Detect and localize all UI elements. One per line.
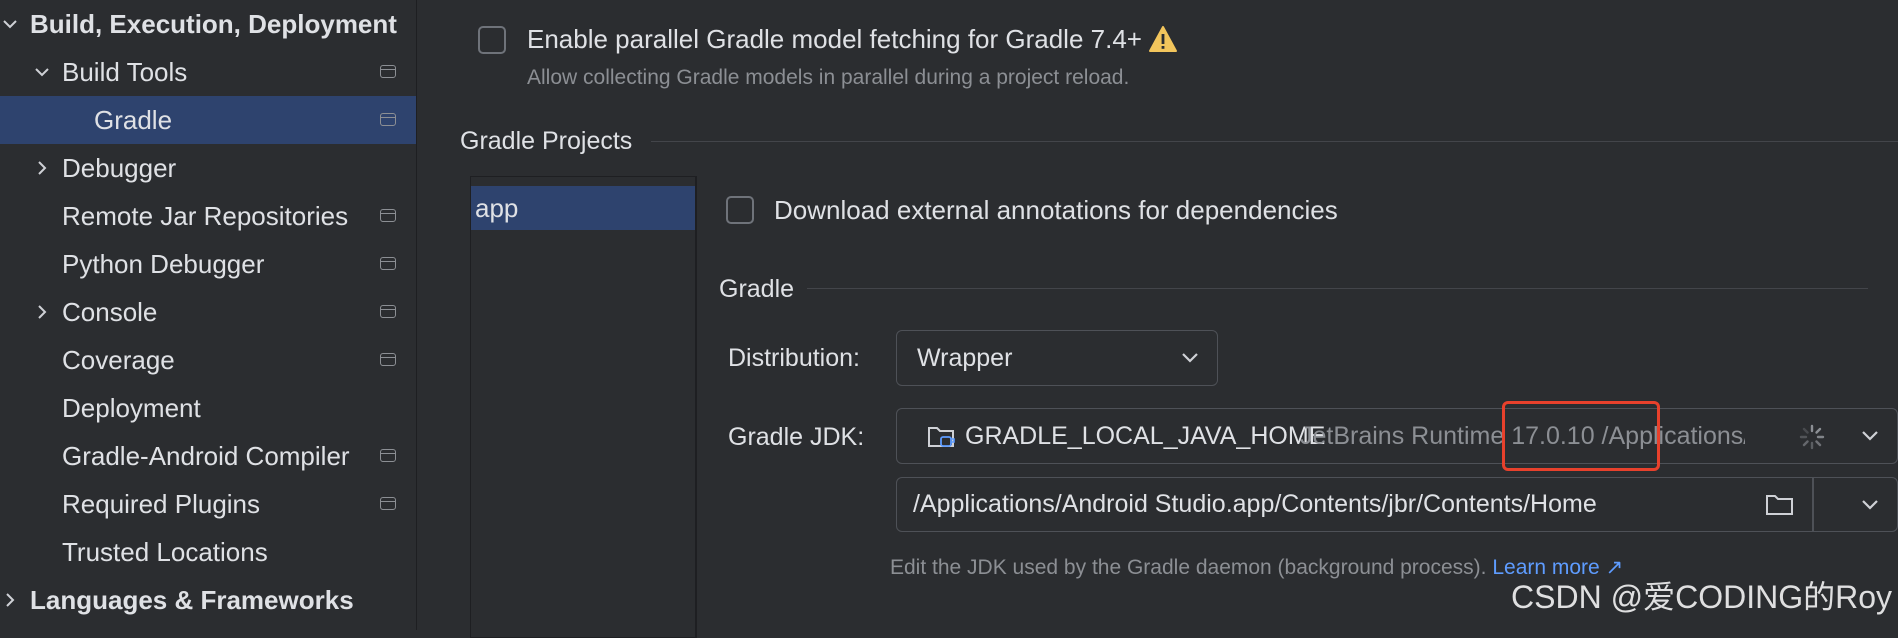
sidebar-item[interactable]: Remote Jar Repositories [0,192,416,240]
sidebar-item[interactable]: Deployment [0,384,416,432]
gradle-projects-heading: Gradle Projects [460,127,633,155]
sidebar-item[interactable]: Build Tools [0,48,416,96]
gradle-jdk-label: Gradle JDK: [728,423,865,451]
sidebar-item-label: Deployment [62,393,201,423]
chevron-right-icon[interactable] [0,576,24,624]
distribution-value: Wrapper [917,344,1013,372]
project-scope-icon [380,449,396,462]
sidebar-item[interactable]: Coverage [0,336,416,384]
gradle-section-heading: Gradle [719,275,795,303]
chevron-right-icon[interactable] [32,144,56,192]
sidebar-item-label: Coverage [62,345,175,375]
projects-list[interactable] [470,176,697,638]
jdk-folder-icon [927,424,957,455]
chevron-down-icon[interactable] [0,0,24,48]
chevron-down-icon [1861,429,1879,448]
loading-spinner-icon [1798,423,1826,456]
gradle-settings-panel: Enable parallel Gradle model fetching fo… [417,0,1898,638]
jdk-hint-text: Edit the JDK used by the Gradle daemon (… [890,556,1487,579]
sidebar-item-label: Gradle [94,105,173,135]
sidebar-item[interactable]: Languages & Frameworks [0,576,416,624]
settings-sidebar: Build, Execution, Deployment Build Tools G… [0,0,417,630]
chevron-down-icon [1181,351,1199,370]
distribution-label: Distribution: [728,344,860,372]
parallel-fetching-label: Enable parallel Gradle model fetching fo… [527,24,1142,54]
sidebar-item[interactable]: Python Debugger [0,240,416,288]
gradle-jdk-dropdown[interactable]: GRADLE_LOCAL_JAVA_HOME JetBrains Runtime… [896,408,1898,464]
sidebar-item[interactable]: Gradle [0,96,416,144]
project-scope-icon [380,257,396,270]
gradle-projects-separator [651,141,1898,142]
version-highlight-box [1502,401,1660,471]
sidebar-item-label: Remote Jar Repositories [62,201,349,231]
sidebar-item-label: Debugger [62,153,177,183]
sidebar-item-label: Gradle-Android Compiler [62,441,350,471]
project-scope-icon [380,353,396,366]
sidebar-item[interactable]: Gradle-Android Compiler [0,432,416,480]
sidebar-item-label: Build, Execution, Deployment [30,9,397,39]
project-scope-icon [380,209,396,222]
chevron-down-icon[interactable] [32,48,56,96]
sidebar-item-label: Languages & Frameworks [30,585,354,615]
project-scope-icon [380,305,396,318]
jdk-path-field[interactable]: /Applications/Android Studio.app/Content… [896,477,1898,532]
project-item-app[interactable]: app [471,186,695,230]
sidebar-item[interactable]: Required Plugins [0,480,416,528]
chevron-down-icon[interactable] [1861,498,1879,517]
sidebar-item-label: Console [62,297,158,327]
watermark: CSDN @爱CODING的Roy [1511,579,1892,615]
parallel-fetching-hint: Allow collecting Gradle models in parall… [527,66,1130,89]
sidebar-item[interactable]: Trusted Locations [0,528,416,576]
sidebar-item[interactable]: Build, Execution, Deployment [0,0,416,48]
jdk-name: GRADLE_LOCAL_JAVA_HOME [965,422,1326,450]
sidebar-item-label: Build Tools [62,57,188,87]
distribution-dropdown[interactable]: Wrapper [896,330,1218,386]
parallel-fetching-checkbox[interactable] [478,26,506,54]
gradle-section-separator [807,288,1868,289]
sidebar-item-label: Python Debugger [62,249,265,279]
project-scope-icon [380,65,396,78]
browse-folder-icon[interactable] [1765,492,1795,523]
project-scope-icon [380,497,396,510]
sidebar-item[interactable]: Debugger [0,144,416,192]
download-annotations-checkbox[interactable] [726,196,754,224]
project-scope-icon [380,113,396,126]
sidebar-item[interactable]: Console [0,288,416,336]
warning-icon [1148,25,1178,53]
chevron-right-icon[interactable] [32,288,56,336]
download-annotations-label: Download external annotations for depend… [774,195,1338,225]
jdk-path-value: /Applications/Android Studio.app/Content… [913,490,1597,518]
sidebar-item-label: Required Plugins [62,489,261,519]
field-divider [1812,478,1814,531]
sidebar-item-label: Trusted Locations [62,537,268,567]
